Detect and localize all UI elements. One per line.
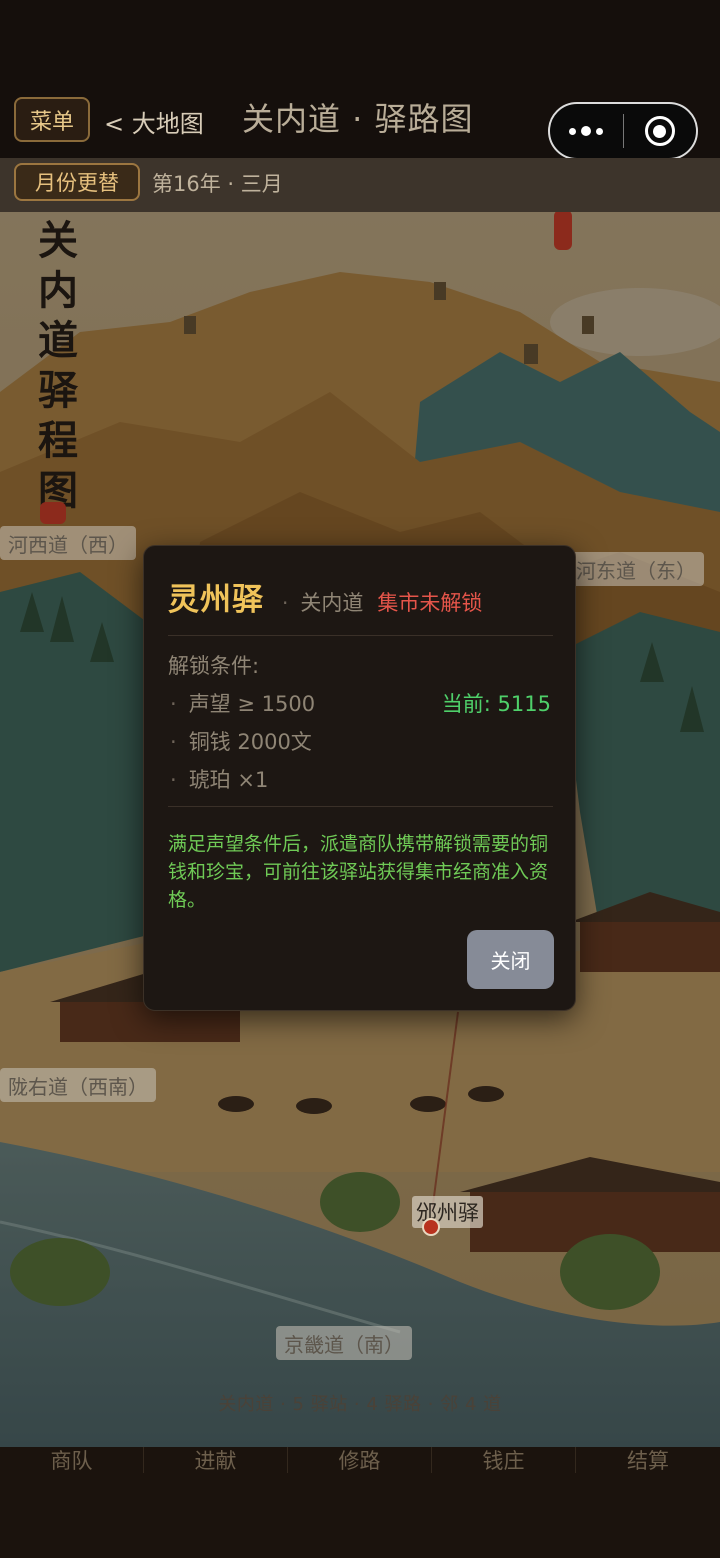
modal-title: 灵州驿 — [168, 582, 264, 618]
close-button[interactable]: 关闭 — [467, 930, 554, 989]
condition-amber: · 琥珀 ×1 — [170, 764, 268, 794]
station-info-modal: 灵州驿 · 关内道 集市未解锁 解锁条件: · 声望 ≥ 1500 当前: 511… — [143, 545, 576, 1011]
current-reputation: 当前: 5115 — [441, 692, 551, 716]
region-label-southwest[interactable]: 陇右道（西南） — [0, 1068, 156, 1102]
region-label-west[interactable]: 河西道（西） — [0, 526, 136, 560]
condition-text: 琥珀 ×1 — [188, 768, 269, 792]
nav-settle[interactable]: 结算 — [576, 1447, 720, 1473]
page-title: 关内道 · 驿路图 — [242, 100, 474, 138]
seal-stamp-icon — [554, 212, 572, 250]
seal-stamp-icon — [40, 502, 66, 524]
map-scroll-title: 关内道驿程图 — [38, 217, 78, 514]
back-to-world-map-link[interactable]: < 大地图 — [104, 104, 204, 139]
region-label-south[interactable]: 京畿道（南） — [276, 1326, 412, 1360]
close-miniprogram-icon[interactable] — [624, 116, 697, 146]
miniprogram-capsule — [548, 102, 698, 160]
nav-build-road[interactable]: 修路 — [288, 1447, 432, 1473]
modal-divider — [168, 806, 553, 807]
market-status-badge: 集市未解锁 — [377, 591, 483, 615]
bullet: · — [170, 730, 177, 754]
bottom-nav-row: 商队 进献 修路 钱庄 结算 — [0, 1447, 720, 1473]
advance-month-button[interactable]: 月份更替 — [14, 163, 140, 201]
modal-header: 灵州驿 · 关内道 集市未解锁 — [168, 574, 482, 619]
menu-button[interactable]: 菜单 — [14, 97, 90, 142]
top-bar: 菜单 < 大地图 关内道 · 驿路图 — [0, 0, 720, 160]
condition-coins: · 铜钱 2000文 — [170, 726, 312, 756]
modal-divider — [168, 635, 553, 636]
more-options-icon[interactable] — [550, 126, 623, 136]
current-date: 第16年 · 三月 — [152, 172, 283, 196]
condition-text: 铜钱 2000文 — [188, 730, 312, 754]
conditions-heading: 解锁条件: — [168, 654, 260, 678]
nav-caravan[interactable]: 商队 — [0, 1447, 144, 1473]
modal-separator: · — [282, 591, 289, 615]
station-marker-icon[interactable] — [422, 1218, 440, 1236]
map-stats: 关内道 · 5 驿站 · 4 驿路 · 邻 4 道 — [218, 1394, 502, 1415]
bullet: · — [170, 768, 177, 792]
nav-tribute[interactable]: 进献 — [144, 1447, 288, 1473]
nav-bank[interactable]: 钱庄 — [432, 1447, 576, 1473]
date-bar: 月份更替 第16年 · 三月 — [0, 158, 720, 212]
modal-description: 满足声望条件后，派遣商队携带解锁需要的铜钱和珍宝，可前往该驿站获得集市经商准入资… — [168, 833, 549, 911]
modal-region: 关内道 — [300, 591, 364, 615]
bottom-nav: 商队 进献 修路 钱庄 结算 — [0, 1447, 720, 1558]
condition-text: 声望 ≥ 1500 — [188, 692, 316, 716]
condition-reputation: · 声望 ≥ 1500 — [170, 688, 315, 718]
region-label-east[interactable]: 河东道（东） — [568, 552, 704, 586]
bullet: · — [170, 692, 177, 716]
